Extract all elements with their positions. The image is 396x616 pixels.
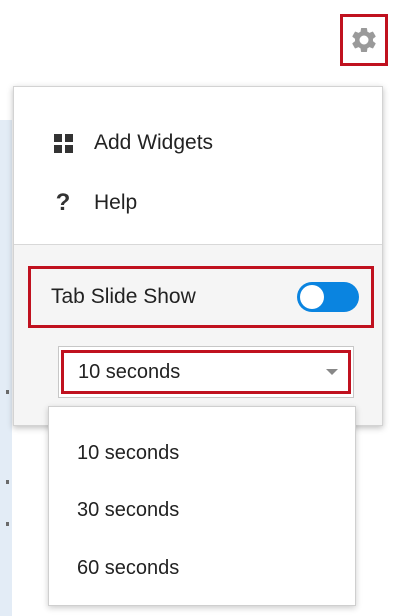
menu-item-label: Add Widgets	[94, 131, 214, 154]
background-mark	[6, 522, 9, 526]
interval-options-list: 10 seconds 30 seconds 60 seconds	[48, 406, 356, 606]
menu-item-add-widgets[interactable]: Add Widgets	[14, 118, 382, 168]
slide-show-toggle[interactable]	[297, 282, 359, 312]
background-mark	[6, 390, 9, 394]
settings-button[interactable]	[340, 14, 388, 66]
gear-icon	[352, 27, 376, 52]
background-mark	[6, 480, 9, 484]
tab-slide-show-label: Tab Slide Show	[51, 285, 196, 308]
toggle-knob	[300, 285, 324, 309]
interval-select-highlight[interactable]: 10 seconds	[61, 350, 351, 394]
option-30-seconds[interactable]: 30 seconds	[49, 486, 355, 534]
menu-item-help[interactable]: ? Help	[14, 178, 382, 228]
help-icon: ?	[55, 189, 71, 216]
interval-select[interactable]: 10 seconds	[58, 346, 354, 398]
option-60-seconds[interactable]: 60 seconds	[49, 544, 355, 592]
grid-icon	[52, 133, 74, 153]
chevron-down-icon	[326, 369, 338, 375]
background-page-edge	[0, 120, 12, 616]
menu-item-label: Help	[94, 191, 138, 214]
option-10-seconds[interactable]: 10 seconds	[49, 429, 355, 477]
menu-actions: Add Widgets ? Help	[14, 87, 382, 245]
tab-slide-show-row: Tab Slide Show	[28, 266, 374, 328]
interval-select-value: 10 seconds	[78, 360, 181, 383]
